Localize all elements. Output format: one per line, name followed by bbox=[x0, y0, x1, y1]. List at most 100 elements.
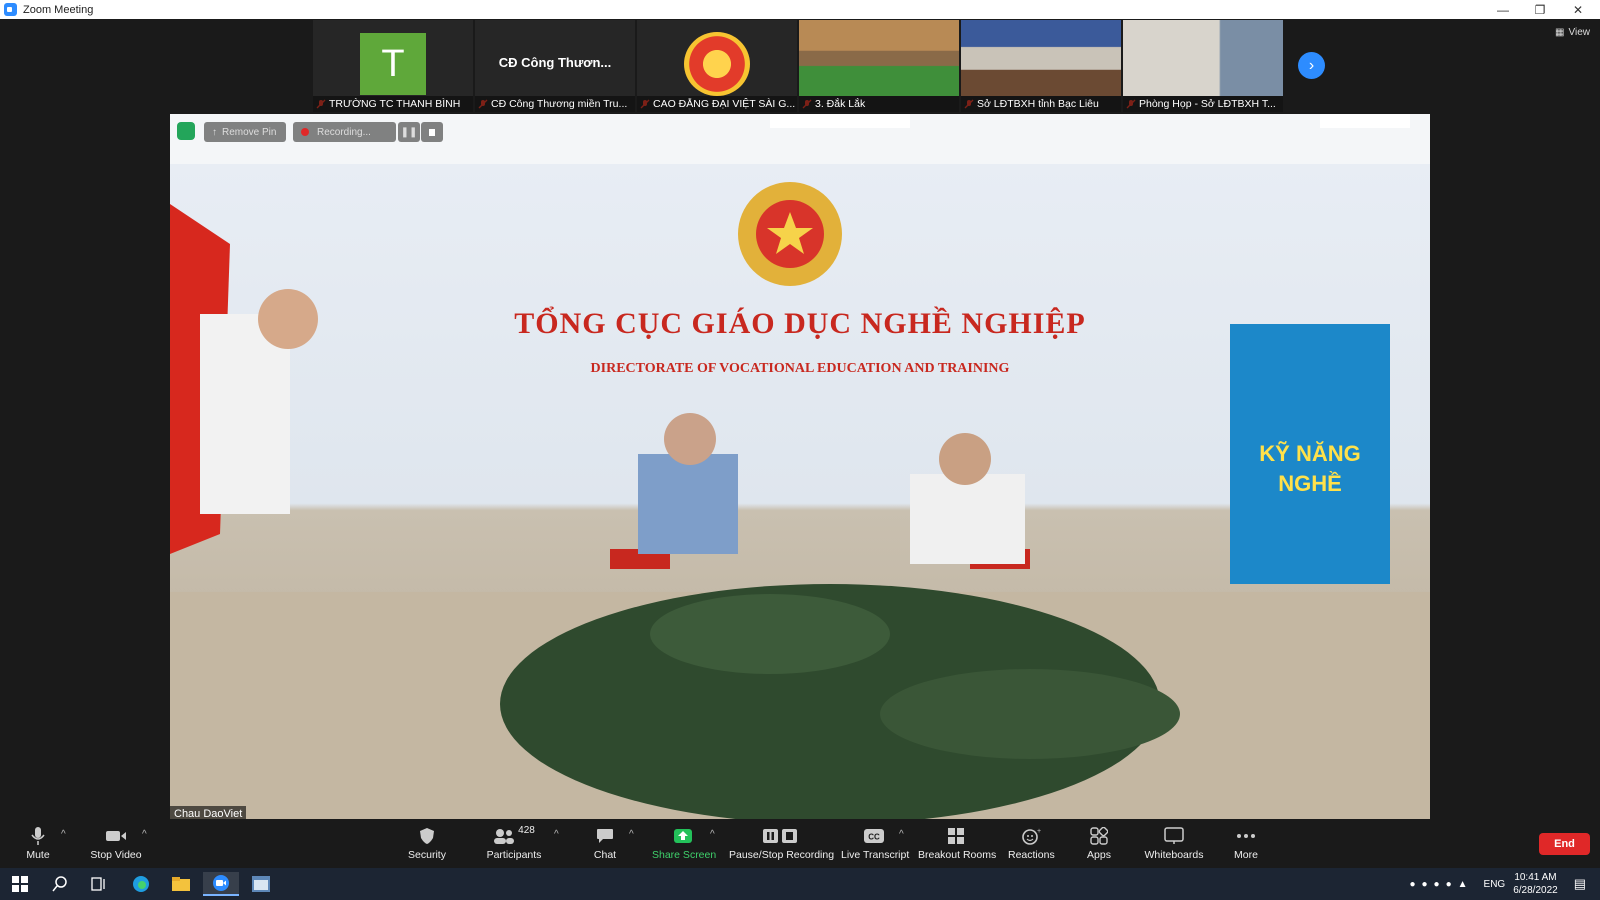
zoom-taskbar-icon[interactable] bbox=[203, 872, 239, 896]
standee-text: KỸ NĂNG NGHỀ bbox=[1259, 441, 1361, 496]
more-label: More bbox=[1234, 849, 1258, 861]
pause-stop-icon bbox=[763, 829, 797, 843]
chevron-right-icon: › bbox=[1308, 56, 1315, 74]
live-transcript-caret-icon[interactable]: ^ bbox=[899, 829, 904, 840]
meeting-toolbar: Mute ^ Stop Video ^ Security 428 Partici… bbox=[0, 819, 1600, 868]
video-camera-icon bbox=[106, 831, 126, 841]
reactions-button[interactable]: + Reactions bbox=[1008, 825, 1055, 861]
live-transcript-button[interactable]: CC Live Transcript bbox=[841, 825, 910, 861]
security-button[interactable]: Security bbox=[402, 825, 452, 861]
share-screen-caret-icon[interactable]: ^ bbox=[710, 829, 715, 840]
avatar: T bbox=[360, 33, 426, 95]
breakout-rooms-label: Breakout Rooms bbox=[918, 849, 997, 861]
share-screen-label: Share Screen bbox=[652, 849, 717, 861]
participants-label: Participants bbox=[486, 849, 542, 861]
stop-icon bbox=[429, 128, 435, 136]
clock-time: 10:41 AM bbox=[1514, 872, 1557, 883]
pause-recording-button[interactable]: ❚❚ bbox=[398, 122, 420, 142]
grid-icon: ▦ bbox=[1555, 27, 1565, 38]
language-indicator[interactable]: ENG bbox=[1484, 879, 1506, 890]
apps-button[interactable]: Apps bbox=[1084, 825, 1114, 861]
participant-display-name: CĐ Công Thươn... bbox=[498, 55, 612, 70]
participant-tile[interactable]: Phòng Họp - Sở LĐTBXH T... bbox=[1123, 20, 1283, 112]
file-explorer-icon[interactable] bbox=[163, 872, 199, 896]
breakout-rooms-button[interactable]: Breakout Rooms bbox=[918, 825, 997, 861]
tray-icons[interactable]: ●●●●▲ bbox=[1409, 879, 1473, 890]
more-button[interactable]: More bbox=[1229, 825, 1263, 861]
participant-name: TRƯỜNG TC THANH BÌNH bbox=[313, 96, 473, 112]
next-page-button[interactable]: › bbox=[1298, 52, 1325, 79]
closed-caption-icon: CC bbox=[864, 829, 884, 843]
mute-label: Mute bbox=[26, 849, 50, 861]
chat-button[interactable]: Chat bbox=[590, 825, 620, 861]
stop-video-label: Stop Video bbox=[90, 849, 142, 861]
chat-label: Chat bbox=[593, 849, 617, 861]
stop-recording-button[interactable] bbox=[421, 122, 443, 142]
pause-icon: ❚❚ bbox=[400, 126, 418, 138]
participant-name: Phòng Họp - Sở LĐTBXH T... bbox=[1123, 96, 1283, 112]
pin-icon: ↑ bbox=[212, 126, 217, 138]
taskbar-clock[interactable]: 10:41 AM 6/28/2022 bbox=[1513, 871, 1558, 897]
participant-tile[interactable]: T TRƯỜNG TC THANH BÌNH bbox=[313, 20, 473, 112]
mute-button[interactable]: Mute bbox=[18, 825, 58, 861]
participant-name: CĐ Công Thương miền Tru... bbox=[475, 96, 635, 112]
participants-caret-icon[interactable]: ^ bbox=[554, 829, 559, 840]
participant-name: CAO ĐẲNG ĐẠI VIỆT SÀI G... bbox=[637, 96, 797, 112]
minimize-icon[interactable]: — bbox=[1485, 0, 1521, 19]
remove-pin-button[interactable]: ↑ Remove Pin bbox=[204, 122, 286, 142]
video-options-caret-icon[interactable]: ^ bbox=[142, 829, 147, 840]
video-feed bbox=[1123, 20, 1283, 96]
pause-stop-recording-button[interactable]: Pause/Stop Recording bbox=[729, 825, 835, 861]
participant-name: 3. Đắk Lắk bbox=[799, 96, 959, 112]
system-tray: ●●●●▲ ENG 10:41 AM 6/28/2022 ▤ bbox=[1409, 868, 1600, 900]
banner-subtitle: DIRECTORATE OF VOCATIONAL EDUCATION AND … bbox=[590, 361, 1010, 376]
college-logo bbox=[684, 32, 750, 96]
reactions-label: Reactions bbox=[1008, 849, 1055, 861]
pause-stop-recording-label: Pause/Stop Recording bbox=[729, 849, 835, 861]
end-meeting-button[interactable]: End bbox=[1539, 833, 1590, 855]
notification-icon[interactable]: ▤ bbox=[1574, 876, 1586, 892]
whiteboards-label: Whiteboards bbox=[1144, 849, 1204, 861]
window-title: Zoom Meeting bbox=[23, 3, 94, 16]
stop-video-button[interactable]: Stop Video bbox=[86, 825, 146, 861]
view-label: View bbox=[1568, 27, 1591, 38]
security-shield-icon[interactable] bbox=[177, 122, 195, 140]
participant-tile[interactable]: CAO ĐẲNG ĐẠI VIỆT SÀI G... bbox=[637, 20, 797, 112]
windows-start-icon[interactable] bbox=[2, 872, 38, 896]
recording-label: Recording... bbox=[317, 126, 371, 138]
shield-icon bbox=[420, 828, 434, 844]
video-feed bbox=[961, 20, 1121, 96]
search-icon[interactable] bbox=[42, 872, 78, 896]
edge-browser-icon[interactable] bbox=[123, 872, 159, 896]
participants-button[interactable]: 428 Participants bbox=[483, 825, 545, 861]
zoom-app-icon bbox=[4, 3, 17, 16]
banner-title: TỔNG CỤC GIÁO DỤC NGHỀ NGHIỆP bbox=[514, 307, 1086, 340]
app-window-icon[interactable] bbox=[243, 872, 279, 896]
clock-date: 6/28/2022 bbox=[1513, 885, 1558, 896]
task-view-icon[interactable] bbox=[81, 872, 117, 896]
breakout-rooms-icon bbox=[948, 828, 964, 844]
participants-count: 428 bbox=[518, 825, 535, 836]
restore-icon[interactable]: ❐ bbox=[1522, 0, 1558, 19]
audio-options-caret-icon[interactable]: ^ bbox=[61, 829, 66, 840]
recording-indicator: Recording... bbox=[293, 122, 396, 142]
video-feed bbox=[799, 20, 959, 96]
live-transcript-label: Live Transcript bbox=[841, 849, 910, 861]
security-label: Security bbox=[408, 849, 446, 861]
participant-tile[interactable]: Sở LĐTBXH tỉnh Bạc Liêu bbox=[961, 20, 1121, 112]
close-icon[interactable]: ✕ bbox=[1560, 0, 1596, 19]
view-button[interactable]: ▦ View bbox=[1555, 27, 1590, 38]
participant-tile[interactable]: CĐ Công Thươn... CĐ Công Thương miền Tru… bbox=[475, 20, 635, 112]
chat-bubble-icon bbox=[597, 829, 613, 843]
participant-tile[interactable]: 3. Đắk Lắk bbox=[799, 20, 959, 112]
microphone-icon bbox=[31, 827, 45, 845]
whiteboard-icon bbox=[1164, 827, 1184, 844]
svg-text:CC: CC bbox=[868, 833, 880, 842]
main-video[interactable]: TỔNG CỤC GIÁO DỤC NGHỀ NGHIỆP DIRECTORAT… bbox=[170, 114, 1430, 822]
participant-name: Sở LĐTBXH tỉnh Bạc Liêu bbox=[961, 96, 1121, 112]
whiteboards-button[interactable]: Whiteboards bbox=[1143, 825, 1205, 861]
apps-icon bbox=[1090, 827, 1108, 845]
share-screen-button[interactable]: Share Screen bbox=[652, 825, 717, 861]
svg-text:+: + bbox=[1037, 828, 1041, 835]
chat-caret-icon[interactable]: ^ bbox=[629, 829, 634, 840]
